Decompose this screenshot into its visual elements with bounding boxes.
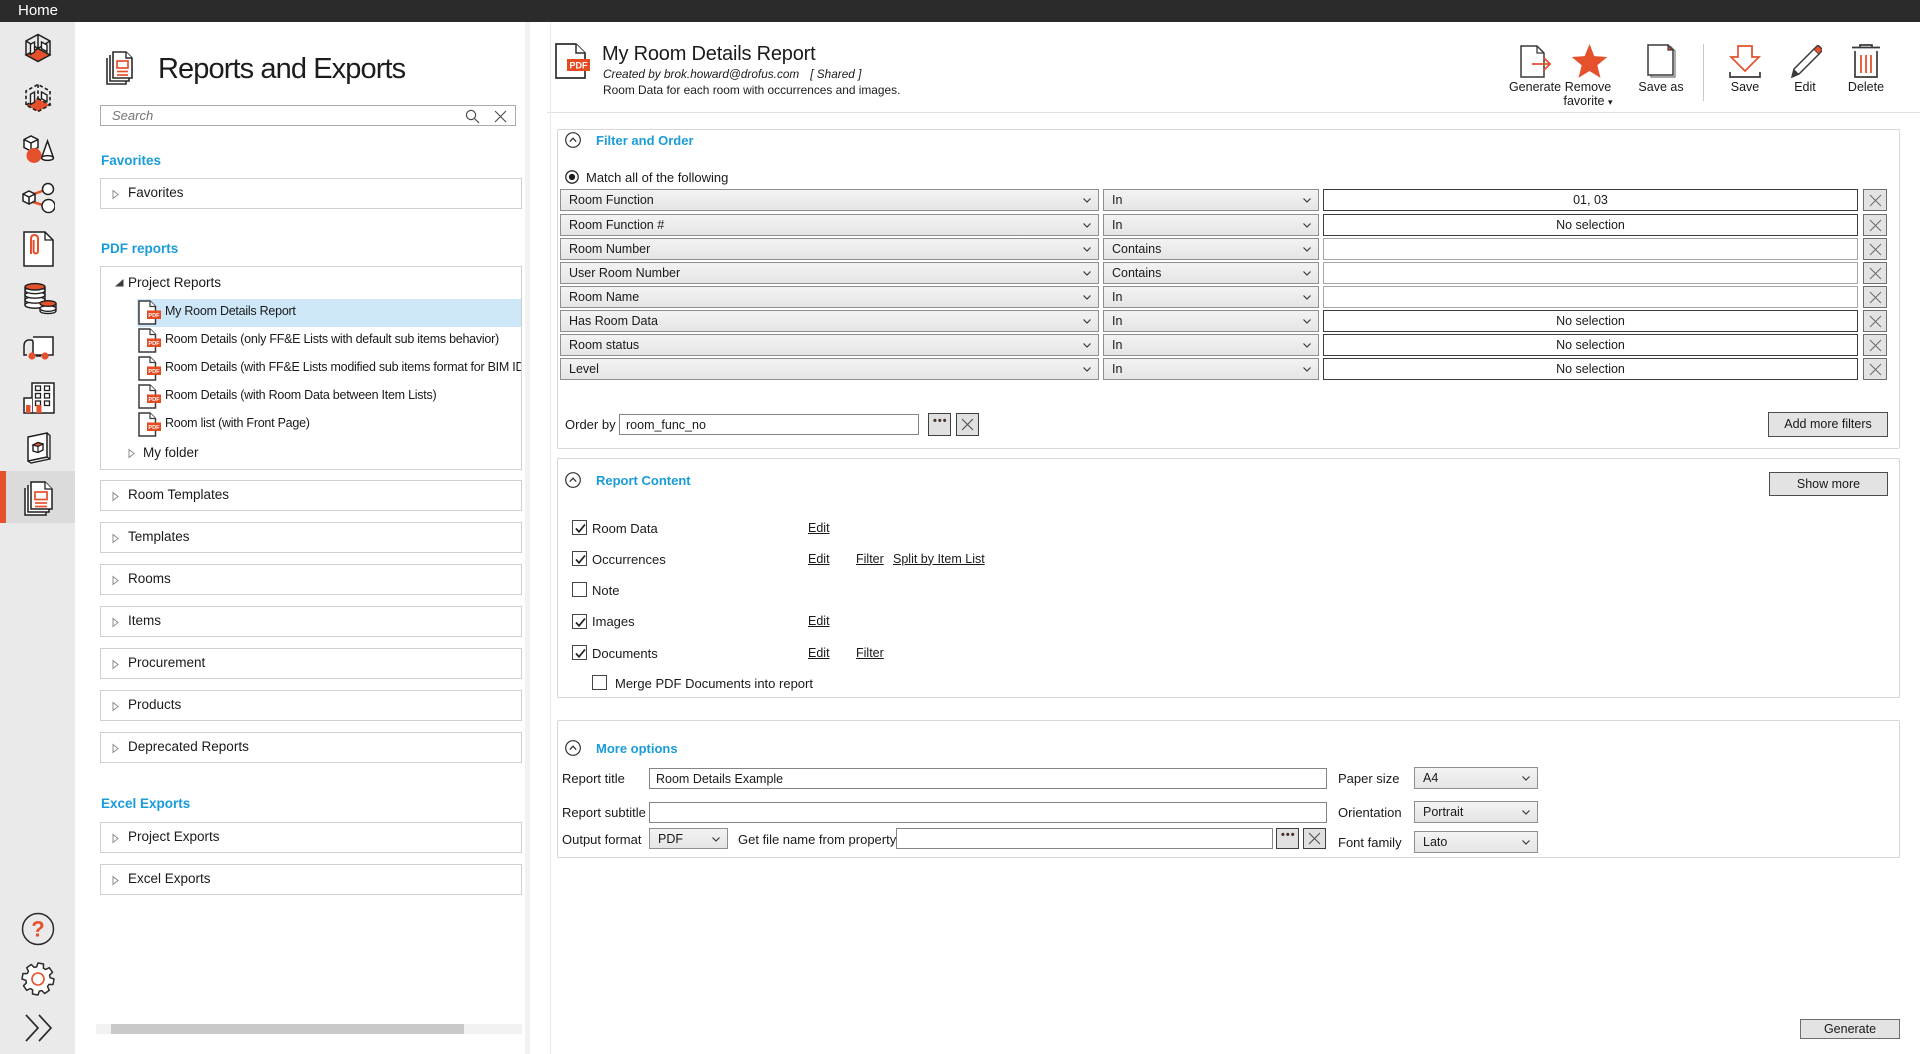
svg-text:PDF: PDF (570, 60, 589, 70)
svg-text:PDF: PDF (148, 397, 160, 403)
svg-text:PDF: PDF (148, 369, 160, 375)
svg-text:PDF: PDF (148, 425, 160, 431)
svg-text:?: ? (31, 917, 44, 942)
svg-text:PDF: PDF (148, 313, 160, 319)
svg-text:PDF: PDF (148, 341, 160, 347)
